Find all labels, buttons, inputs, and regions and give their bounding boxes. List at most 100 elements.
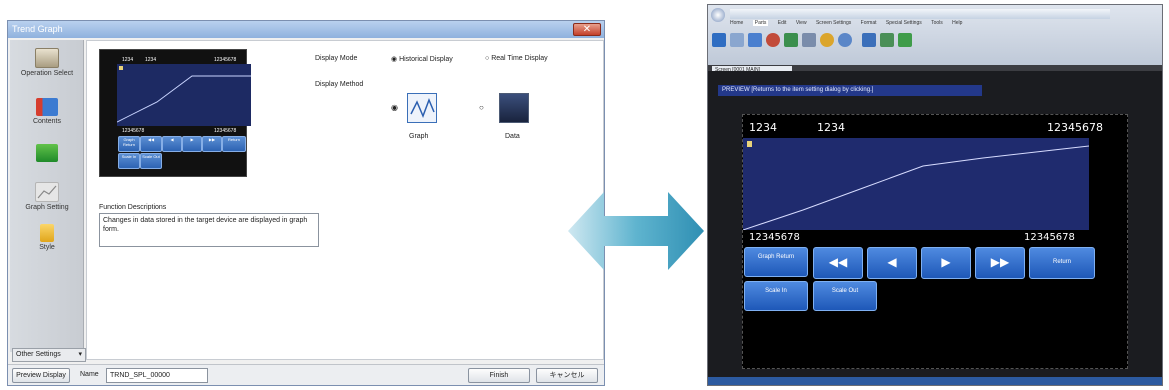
graph-plot-area [742,138,1090,231]
thumb-return-button: Return [222,136,246,152]
settings-pane: 1234 1234 12345678 12345678 12345678 Gra… [86,40,604,360]
tab-view[interactable]: View [796,20,807,26]
graph-bottom-left-value: 12345678 [749,232,800,243]
thumb-fast-back-button: ◀◀ [140,136,162,152]
nav-label: Graph Setting [25,204,69,211]
real-time-display-radio[interactable]: ○ Real Time Display [485,55,548,62]
radio-selected-icon: ◉ [391,56,398,63]
data-method-label: Data [505,133,520,140]
data-method-icon[interactable] [499,93,529,123]
trend-graph-dialog: Trend Graph ✕ Operation Select Contents … [7,20,605,386]
parts-icon[interactable] [712,33,726,47]
name-input[interactable]: TRND_SPL_00000 [106,368,208,383]
radio-empty-icon: ○ [485,55,490,62]
app-menu-icon[interactable] [711,8,725,22]
window-icon[interactable] [880,33,894,47]
nav-style[interactable]: Style [10,224,84,251]
nav-operation-select[interactable]: Operation Select [10,48,84,77]
contents-icon [36,98,58,116]
thumb-bottom-right: 12345678 [214,128,237,134]
table-icon[interactable] [802,33,816,47]
chevron-down-icon: ▾ [78,351,82,358]
function-descriptions-label: Function Descriptions [99,204,167,211]
heart-icon[interactable] [862,33,876,47]
preview-display-button[interactable]: Preview Display [12,368,70,383]
nav-data-blocks[interactable] [10,144,84,164]
graph-method-icon[interactable] [407,93,437,123]
ribbon: Home Parts Edit View Screen Settings For… [708,5,1162,65]
return-button[interactable]: Return [1029,247,1095,279]
ribbon-tabs: Home Parts Edit View Screen Settings For… [730,20,1150,30]
nav-graph-setting[interactable]: Graph Setting [10,182,84,211]
quick-access-toolbar [730,9,1110,19]
nav-contents[interactable]: Contents [10,98,84,125]
tab-tools[interactable]: Tools [931,20,943,26]
forward-button[interactable]: ▶ [921,247,971,279]
thumb-top-mid: 1234 [145,57,157,63]
finish-button[interactable]: Finish [468,368,530,383]
display-mode-label: Display Mode [315,55,358,62]
name-label: Name [80,371,99,378]
dialog-title: Trend Graph [8,21,604,38]
nav-label: Contents [32,118,62,125]
preview-caption[interactable]: PREVIEW [Returns to the item setting dia… [718,85,982,96]
real-time-display-label: Real Time Display [491,55,548,62]
ribbon-parts-group [712,31,952,61]
trend-graph-part[interactable]: 1234 1234 12345678 12345678 12345678 Gra… [742,114,1128,369]
dialog-footer: Preview Display Name TRND_SPL_00000 Fini… [8,364,604,385]
data-blocks-icon [36,144,58,162]
clock-icon[interactable] [838,33,852,47]
tab-format[interactable]: Format [861,20,877,26]
graph-top-left-value: 1234 [749,121,777,134]
thumb-bottom-left: 12345678 [122,128,145,134]
nav-label: Operation Select [20,70,74,77]
switch-icon[interactable] [748,33,762,47]
function-descriptions-text: Changes in data stored in the target dev… [99,213,319,247]
tab-edit[interactable]: Edit [778,20,787,26]
thumb-top-left: 1234 [122,57,134,63]
tab-special-settings[interactable]: Special Settings [886,20,922,26]
tab-parts[interactable]: Parts [752,20,769,26]
nav-label: Style [39,244,55,251]
tab-help[interactable]: Help [952,20,962,26]
thumb-forward-button: ▶ [182,136,202,152]
thumb-top-right: 12345678 [214,57,237,63]
trend-line [742,141,1090,231]
editor-window: Home Parts Edit View Screen Settings For… [707,4,1163,386]
screen-icon[interactable] [730,33,744,47]
radio-selected-icon: ◉ [391,103,398,112]
other-settings-dropdown[interactable]: Other Settings ▾ [12,348,86,362]
editor-status-bar [708,377,1162,385]
close-button[interactable]: ✕ [573,23,601,36]
style-icon [40,224,54,242]
fast-back-button[interactable]: ◀◀ [813,247,863,279]
graph-bottom-right-value: 12345678 [1024,232,1075,243]
thumb-graph-return-button: Graph Return [118,136,140,152]
settings-nav: Operation Select Contents Graph Setting … [10,40,84,352]
thumb-scale-in-button: Scale In [118,153,140,169]
thumb-trend-line [116,66,251,123]
scale-in-button[interactable]: Scale In [744,281,808,311]
historical-display-radio[interactable]: ◉ Historical Display [391,55,453,63]
graph-method-radio[interactable]: ◉ [391,103,398,112]
thumb-fast-forward-button: ▶▶ [202,136,222,152]
scale-out-button[interactable]: Scale Out [813,281,877,311]
graph-setting-icon [35,182,59,202]
graph-return-button[interactable]: Graph Return [744,247,808,277]
display-method-label: Display Method [315,81,364,88]
tool-icon[interactable] [898,33,912,47]
tab-home[interactable]: Home [730,20,743,26]
lamp-icon[interactable] [766,33,780,47]
cancel-button[interactable]: キャンセル [536,368,598,383]
radio-empty-icon: ○ [479,103,484,112]
tab-screen-settings[interactable]: Screen Settings [816,20,851,26]
other-settings-label: Other Settings [16,351,61,358]
alarm-icon[interactable] [820,33,834,47]
data-method-radio[interactable]: ○ [479,103,484,112]
historical-display-label: Historical Display [399,56,453,63]
graph-top-right-value: 12345678 [1047,121,1103,134]
double-arrow-icon [568,192,704,270]
fast-forward-button[interactable]: ▶▶ [975,247,1025,279]
data-display-icon[interactable] [784,33,798,47]
back-button[interactable]: ◀ [867,247,917,279]
